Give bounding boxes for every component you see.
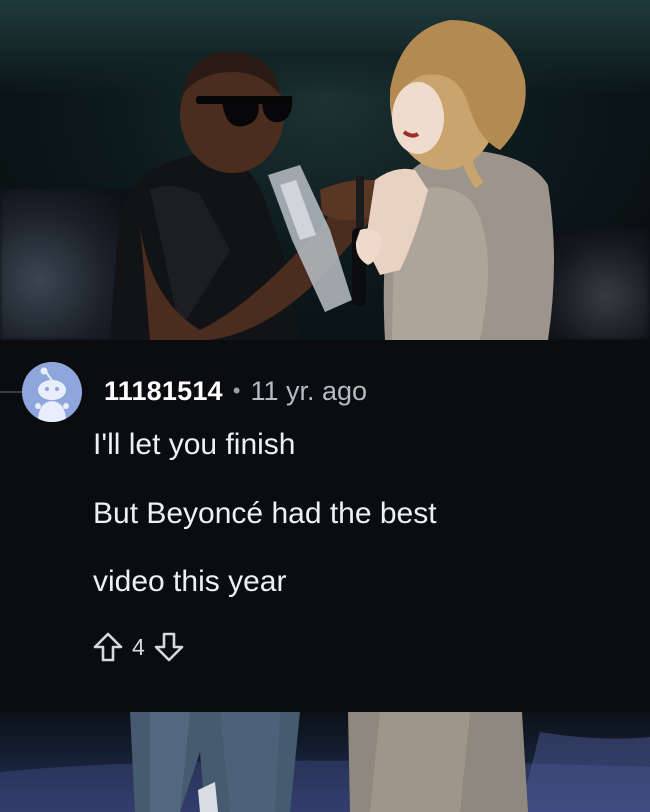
arrow-down-outline-icon [154, 632, 184, 662]
upvote-button[interactable] [90, 629, 126, 665]
vote-score: 4 [132, 633, 145, 660]
stage-photo [0, 0, 650, 340]
arrow-up-outline-icon [93, 632, 123, 662]
reddit-snoo-avatar-icon [22, 362, 82, 422]
stage-figures [110, 20, 554, 340]
comment-body-line: video this year [93, 565, 287, 598]
comment-body-line: I'll let you finish [93, 428, 296, 461]
comment-timestamp[interactable]: 11 yr. ago [250, 376, 367, 407]
comment-meta: 11181514 • 11 yr. ago [104, 373, 367, 409]
stage-photo-lower [0, 712, 650, 812]
downvote-button[interactable] [151, 629, 187, 665]
vote-bar: 4 [90, 628, 187, 666]
stage-figures-lower [0, 712, 650, 812]
comment-body-line: But Beyoncé had the best [93, 497, 437, 530]
meta-separator: • [232, 378, 241, 403]
comment-username[interactable]: 11181514 [104, 376, 223, 407]
user-avatar[interactable] [22, 362, 82, 422]
